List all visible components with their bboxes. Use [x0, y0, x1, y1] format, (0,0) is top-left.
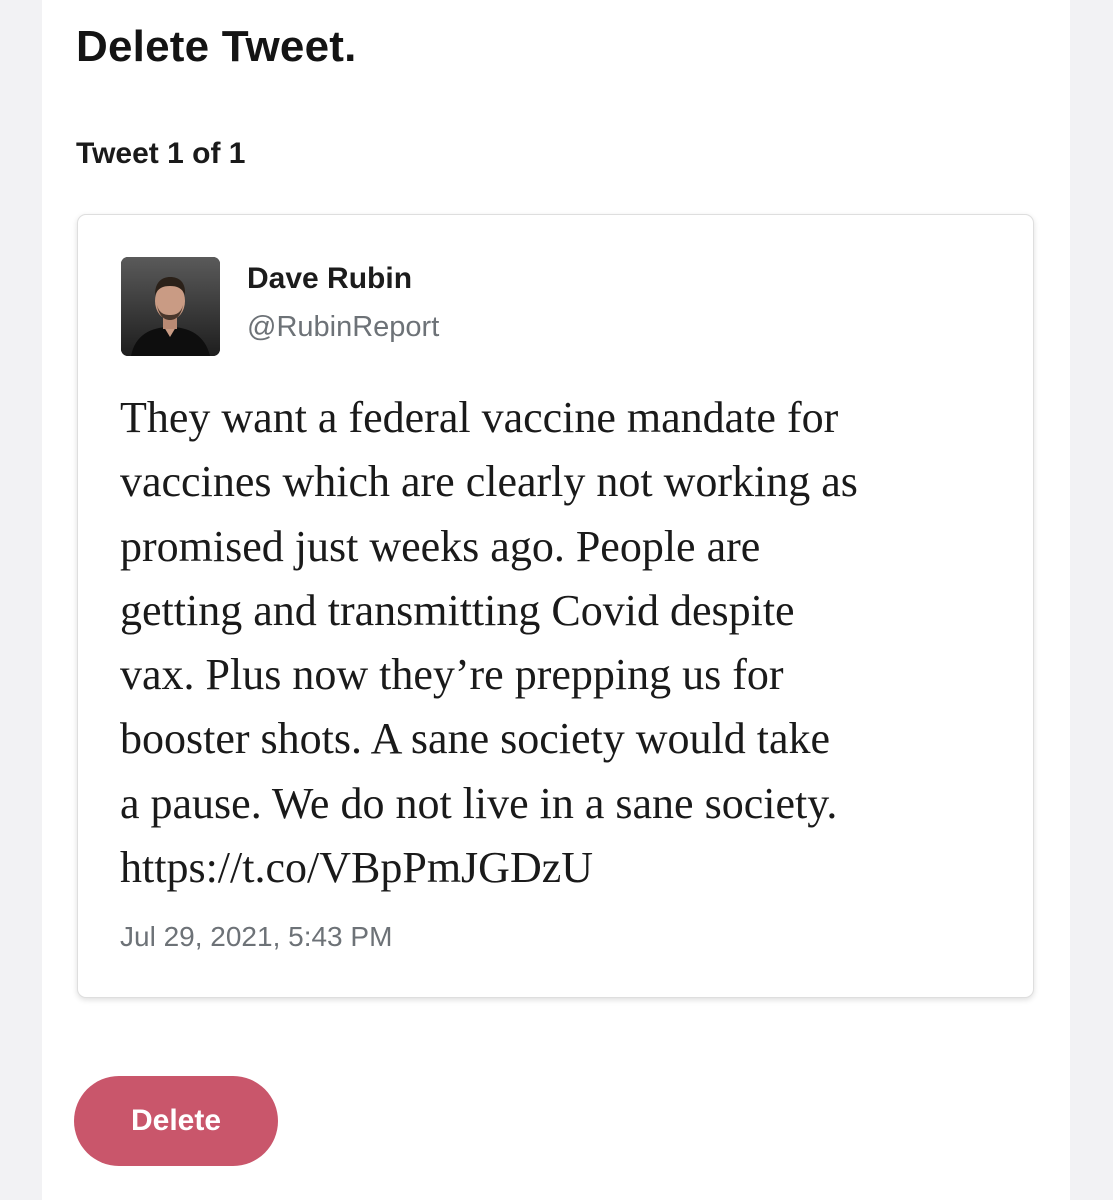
- delete-button[interactable]: Delete: [74, 1076, 278, 1166]
- tweet-text: They want a federal vaccine mandate for …: [120, 393, 858, 893]
- author-handle: @RubinReport: [247, 311, 440, 343]
- tweet-counter: Tweet 1 of 1: [76, 137, 246, 170]
- avatar: [121, 257, 220, 356]
- author-name: Dave Rubin: [247, 262, 413, 295]
- tweet-card: Dave Rubin @RubinReport They want a fede…: [77, 214, 1034, 998]
- profile-photo-icon: [121, 257, 220, 356]
- tweet-timestamp: Jul 29, 2021, 5:43 PM: [120, 921, 393, 952]
- page-title: Delete Tweet.: [76, 22, 357, 71]
